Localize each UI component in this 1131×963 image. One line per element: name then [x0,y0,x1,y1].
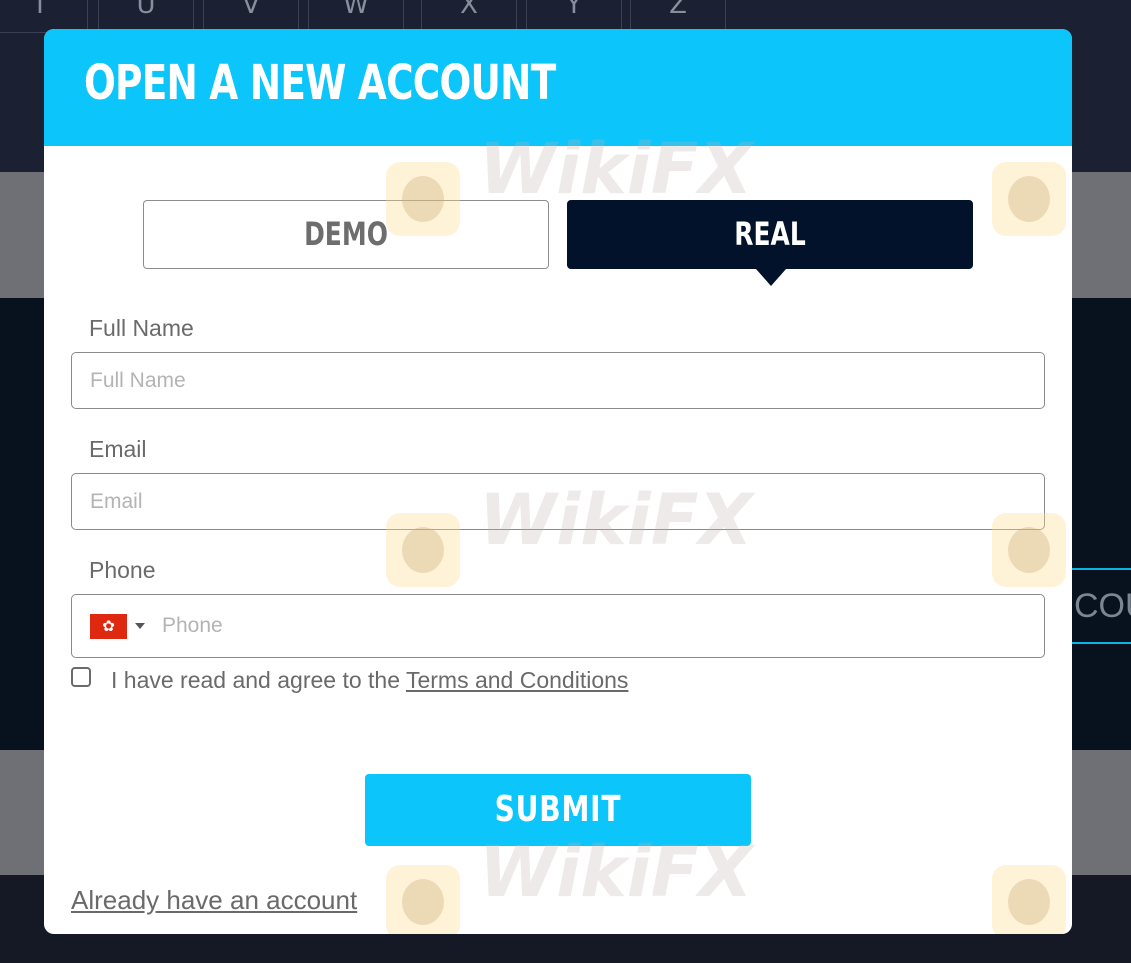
email-label: Email [89,436,147,462]
bg-open-account-button: COU [1072,568,1131,644]
modal-header: OPEN A NEW ACCOUNT [44,29,1072,146]
terms-text: I have read and agree to the Terms and C… [111,666,628,694]
active-tab-pointer [756,269,786,286]
tab-demo-label: DEMO [304,215,388,253]
terms-checkbox[interactable] [71,667,91,687]
submit-button[interactable]: SUBMIT [365,774,751,846]
tab-demo[interactable]: DEMO [143,200,549,269]
full-name-label: Full Name [89,315,194,341]
watermark-logo-icon [992,162,1066,236]
tab-real[interactable]: REAL [567,200,973,286]
phone-label: Phone [89,557,156,583]
full-name-input[interactable] [71,352,1045,409]
caret-down-icon [135,623,145,629]
terms-agreement: I have read and agree to the Terms and C… [71,666,871,696]
watermark-logo-icon [992,865,1066,934]
modal-title: OPEN A NEW ACCOUNT [84,55,556,111]
hong-kong-flag-icon: ✿ [90,614,127,639]
bauhinia-icon: ✿ [102,618,115,635]
country-code-select[interactable]: ✿ [90,614,152,640]
tab-real-label: REAL [734,215,806,253]
submit-label: SUBMIT [494,789,622,830]
open-account-modal: OPEN A NEW ACCOUNT DEMO REAL Full Name E… [44,29,1072,934]
phone-input[interactable] [162,596,1022,656]
email-input[interactable] [71,473,1045,530]
terms-and-conditions-link[interactable]: Terms and Conditions [406,667,628,693]
already-have-account-link[interactable]: Already have an account [71,885,357,915]
terms-prefix: I have read and agree to the [111,667,406,693]
watermark-logo-icon [386,865,460,934]
phone-field: ✿ [71,594,1045,658]
